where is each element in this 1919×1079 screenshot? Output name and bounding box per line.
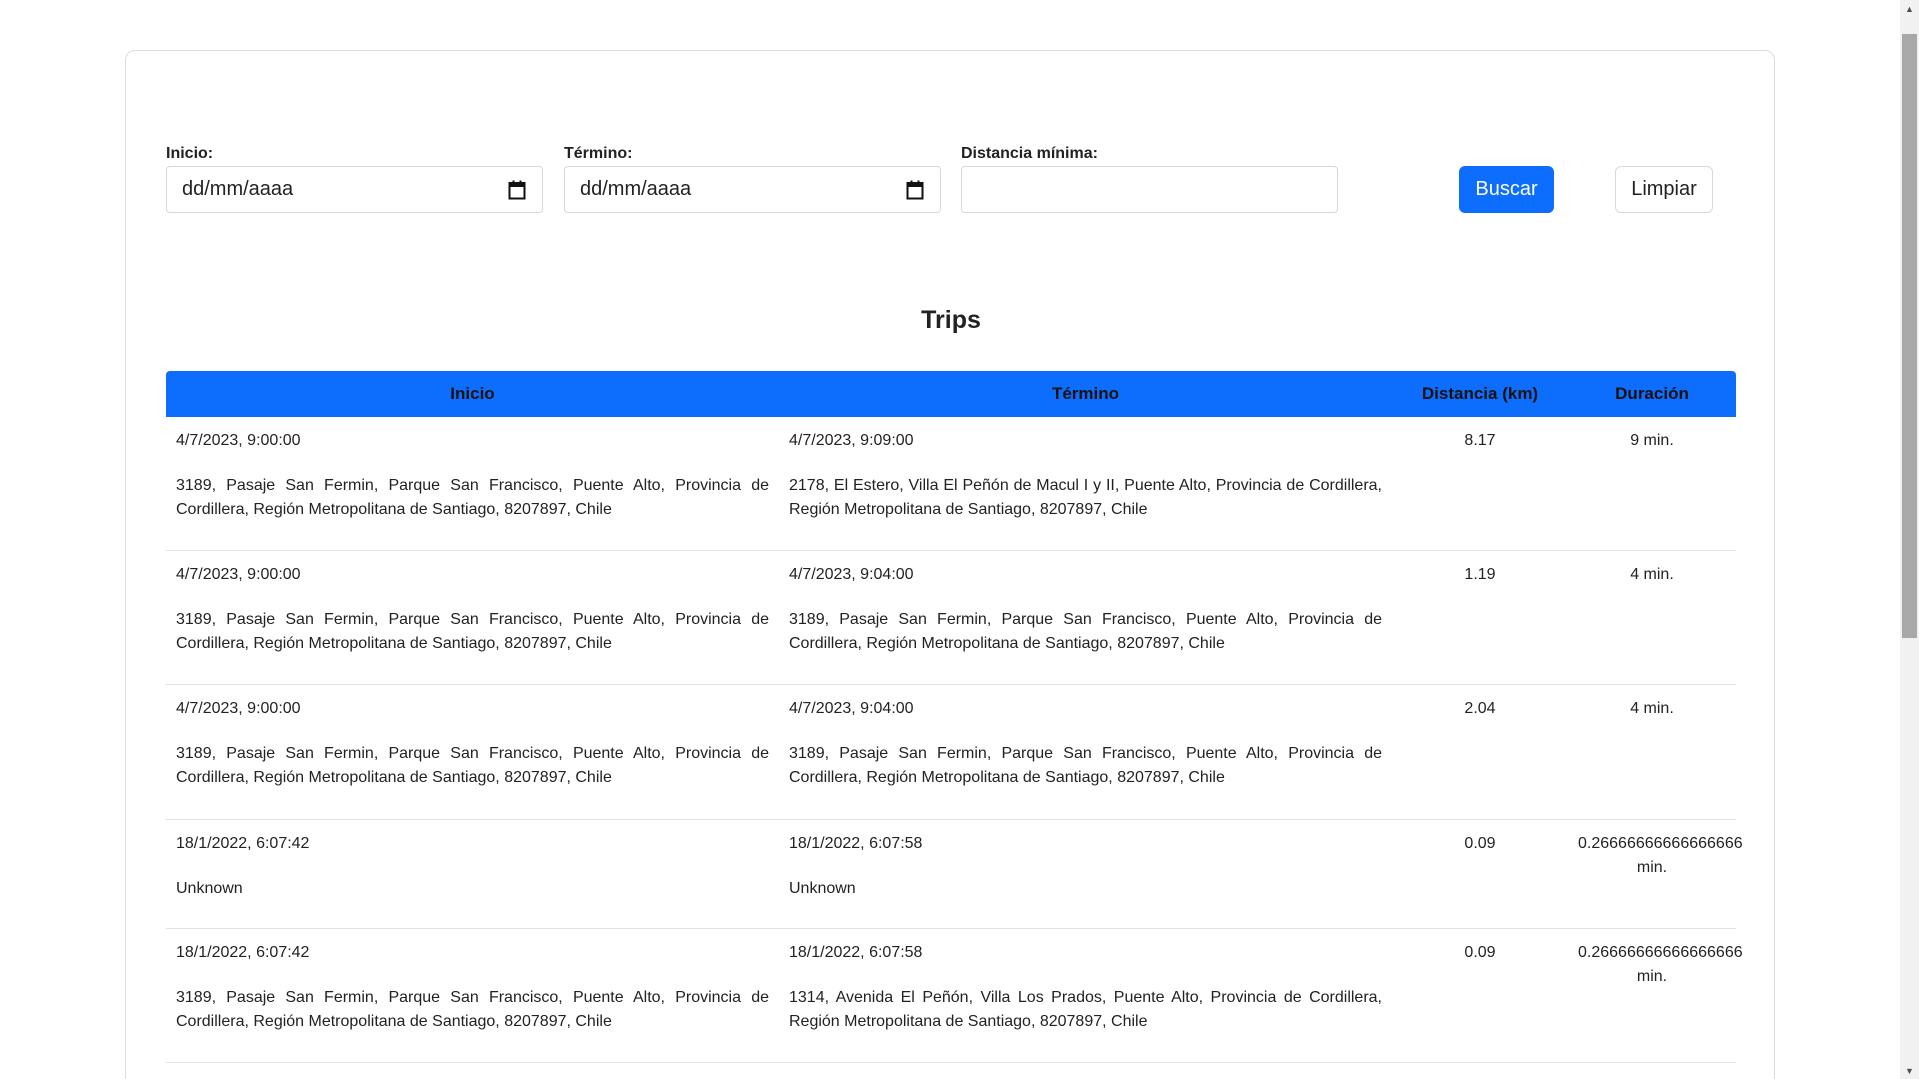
cell-duracion: 4 min. xyxy=(1630,700,1674,717)
termino-field: Término: dd/mm/aaaa xyxy=(564,144,941,213)
cell-termino: 4/7/2023, 9:09:00 2178, El Estero, Villa… xyxy=(779,417,1392,550)
header-inicio: Inicio xyxy=(450,384,495,403)
cell-inicio: 4/7/2023, 9:00:00 3189, Pasaje San Fermi… xyxy=(166,551,779,684)
end-time: 18/1/2022, 6:07:58 xyxy=(789,835,923,852)
termino-date-input[interactable]: dd/mm/aaaa xyxy=(564,166,941,213)
cell-distancia: 8.17 xyxy=(1464,432,1496,449)
cell-duracion: 4 min. xyxy=(1630,566,1674,583)
cell-termino: 4/7/2023, 9:04:00 3189, Pasaje San Fermi… xyxy=(779,551,1392,684)
cell-duracion: 9 min. xyxy=(1630,432,1674,449)
table-row: 4/7/2023, 9:00:00 3189, Pasaje San Fermi… xyxy=(166,551,1736,685)
page-scrollbar[interactable]: ▲ ▼ xyxy=(1900,0,1919,1079)
distancia-label: Distancia mínima: xyxy=(961,145,1098,162)
header-duracion: Duración xyxy=(1615,384,1689,403)
end-address: 3189, Pasaje San Fermin, Parque San Fran… xyxy=(789,745,1382,786)
cell-distancia: 1.19 xyxy=(1464,566,1496,583)
table-header: Inicio Término Distancia (km) Duración xyxy=(166,371,1736,417)
trips-table: Inicio Término Distancia (km) Duración 4… xyxy=(166,371,1743,1063)
start-time: 18/1/2022, 6:07:42 xyxy=(176,944,310,961)
inicio-label: Inicio: xyxy=(166,145,214,162)
calendar-icon[interactable] xyxy=(508,180,526,200)
cell-inicio: 4/7/2023, 9:00:00 3189, Pasaje San Fermi… xyxy=(166,685,779,819)
end-time: 18/1/2022, 6:07:58 xyxy=(789,944,923,961)
termino-date-value: dd/mm/aaaa xyxy=(580,178,692,200)
header-distancia: Distancia (km) xyxy=(1421,384,1539,403)
cell-duracion: 0.26666666666666666 min. xyxy=(1578,944,1743,985)
end-address: 3189, Pasaje San Fermin, Parque San Fran… xyxy=(789,611,1382,652)
cell-termino: 18/1/2022, 6:07:58 Unknown xyxy=(779,820,1392,928)
scroll-up-arrow-icon[interactable]: ▲ xyxy=(1900,0,1919,17)
trips-title: Trips xyxy=(921,306,981,334)
scroll-down-arrow-icon[interactable]: ▼ xyxy=(1900,1062,1919,1079)
start-time: 4/7/2023, 9:00:00 xyxy=(176,432,301,449)
termino-label: Término: xyxy=(564,145,633,162)
inicio-date-input[interactable]: dd/mm/aaaa xyxy=(166,166,543,213)
inicio-field: Inicio: dd/mm/aaaa xyxy=(166,144,543,213)
cell-inicio: 18/1/2022, 6:07:42 3189, Pasaje San Ferm… xyxy=(166,929,779,1062)
distancia-minima-input[interactable] xyxy=(961,166,1338,213)
table-row: 18/1/2022, 6:07:42 3189, Pasaje San Ferm… xyxy=(166,929,1743,1063)
start-address: 3189, Pasaje San Fermin, Parque San Fran… xyxy=(176,477,769,518)
distancia-field: Distancia mínima: xyxy=(961,144,1338,213)
header-termino: Término xyxy=(1051,384,1120,403)
start-time: 18/1/2022, 6:07:42 xyxy=(176,835,310,852)
end-address: 1314, Avenida El Peñón, Villa Los Prados… xyxy=(789,989,1382,1030)
buscar-button[interactable]: Buscar xyxy=(1459,166,1554,213)
end-time: 4/7/2023, 9:09:00 xyxy=(789,432,914,449)
start-address: 3189, Pasaje San Fermin, Parque San Fran… xyxy=(176,989,769,1030)
scrollbar-thumb[interactable] xyxy=(1902,34,1917,638)
start-address: 3189, Pasaje San Fermin, Parque San Fran… xyxy=(176,745,769,786)
end-time: 4/7/2023, 9:04:00 xyxy=(789,566,914,583)
page: Inicio: dd/mm/aaaa Término: dd/mm/aaaa D… xyxy=(0,0,1919,1079)
end-address: Unknown xyxy=(789,880,856,897)
end-time: 4/7/2023, 9:04:00 xyxy=(789,700,914,717)
cell-distancia: 0.09 xyxy=(1464,835,1496,852)
cell-termino: 4/7/2023, 9:04:00 3189, Pasaje San Fermi… xyxy=(779,685,1392,819)
start-address: 3189, Pasaje San Fermin, Parque San Fran… xyxy=(176,611,769,652)
limpiar-button[interactable]: Limpiar xyxy=(1615,166,1713,213)
cell-distancia: 2.04 xyxy=(1464,700,1496,717)
filter-form: Inicio: dd/mm/aaaa Término: dd/mm/aaaa D… xyxy=(166,144,1736,213)
table-row: 4/7/2023, 9:00:00 3189, Pasaje San Fermi… xyxy=(166,417,1736,551)
start-address: Unknown xyxy=(176,880,243,897)
cell-duracion: 0.26666666666666666 min. xyxy=(1578,835,1743,876)
table-row: 4/7/2023, 9:00:00 3189, Pasaje San Fermi… xyxy=(166,685,1736,820)
table-row: 18/1/2022, 6:07:42 Unknown 18/1/2022, 6:… xyxy=(166,820,1743,929)
cell-distancia: 0.09 xyxy=(1464,944,1496,961)
cell-termino: 18/1/2022, 6:07:58 1314, Avenida El Peñó… xyxy=(779,929,1392,1062)
cell-inicio: 4/7/2023, 9:00:00 3189, Pasaje San Fermi… xyxy=(166,417,779,550)
cell-inicio: 18/1/2022, 6:07:42 Unknown xyxy=(166,820,779,928)
start-time: 4/7/2023, 9:00:00 xyxy=(176,700,301,717)
trips-card: Inicio: dd/mm/aaaa Término: dd/mm/aaaa D… xyxy=(125,50,1775,1079)
inicio-date-value: dd/mm/aaaa xyxy=(182,178,294,200)
end-address: 2178, El Estero, Villa El Peñón de Macul… xyxy=(789,477,1382,518)
calendar-icon[interactable] xyxy=(906,180,924,200)
start-time: 4/7/2023, 9:00:00 xyxy=(176,566,301,583)
